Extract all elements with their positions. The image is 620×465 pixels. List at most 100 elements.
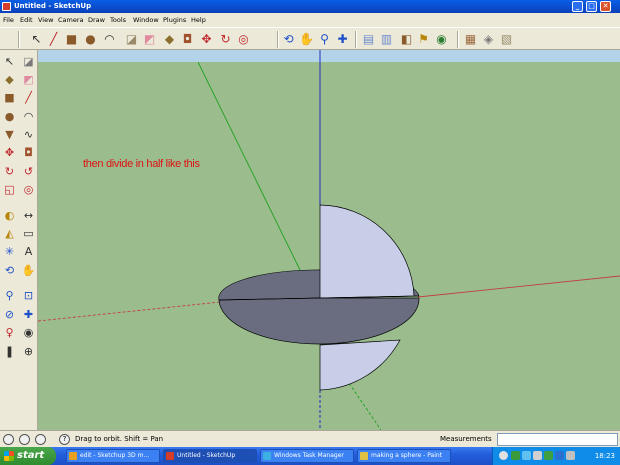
menu-window[interactable]: Window <box>133 16 159 24</box>
window-title: Untitled - SketchUp <box>14 2 92 10</box>
minimize-button[interactable]: _ <box>572 1 583 12</box>
windows-logo-icon <box>4 451 14 461</box>
task-button-sketchup[interactable]: Untitled - SketchUp <box>163 449 257 463</box>
menu-draw[interactable]: Draw <box>88 16 105 24</box>
task-button-paint[interactable]: making a sphere - Paint <box>357 449 451 463</box>
make-component-icon[interactable]: ◪ <box>123 31 140 48</box>
volume-icon[interactable] <box>533 451 542 460</box>
scale-tool-icon[interactable]: ◱ <box>1 181 18 198</box>
make-component-icon[interactable]: ◪ <box>20 53 37 70</box>
tape-measure-icon[interactable]: ◐ <box>1 207 18 224</box>
paint-icon <box>360 452 368 460</box>
task-label: edit - Sketchup 3D m... <box>80 452 150 459</box>
walk-tool-icon[interactable]: ❚ <box>1 343 18 360</box>
zoom-extents-icon[interactable]: ✚ <box>20 306 37 323</box>
paint-bucket-icon[interactable]: ◆ <box>1 71 18 88</box>
push-pull-icon[interactable]: ◘ <box>20 144 37 161</box>
eraser-tool-icon[interactable]: ◩ <box>141 31 158 48</box>
network-icon[interactable] <box>511 451 520 460</box>
measurements-input[interactable] <box>497 433 618 446</box>
offset-tool-icon[interactable]: ◎ <box>20 181 37 198</box>
toggle-terrain-icon[interactable]: ◉ <box>433 31 450 48</box>
get-models-icon[interactable]: ▤ <box>360 31 377 48</box>
menu-help[interactable]: Help <box>191 16 206 24</box>
menu-view[interactable]: View <box>38 16 53 24</box>
push-pull-icon[interactable]: ◘ <box>179 31 196 48</box>
eraser-tool-icon[interactable]: ◩ <box>20 71 37 88</box>
status-bar: ? Drag to orbit. Shift = Pan Measurement… <box>0 430 620 447</box>
help-icon[interactable]: ? <box>59 434 70 445</box>
measurements-label: Measurements <box>440 435 492 443</box>
previous-view-icon[interactable]: ⊘ <box>1 306 18 323</box>
menu-edit[interactable]: Edit <box>20 16 33 24</box>
dimension-tool-icon[interactable]: ↔ <box>20 207 37 224</box>
move-tool-icon[interactable]: ✥ <box>1 144 18 161</box>
paint-bucket-icon[interactable]: ◆ <box>161 31 178 48</box>
arc-tool-icon[interactable]: ◠ <box>20 108 37 125</box>
axes-tool-icon[interactable]: ✳ <box>1 243 18 260</box>
share-model-icon[interactable]: ▥ <box>378 31 395 48</box>
tray-app-icon[interactable] <box>522 451 531 460</box>
user-icon[interactable] <box>35 434 46 445</box>
security-icon[interactable] <box>544 451 553 460</box>
menu-camera[interactable]: Camera <box>58 16 84 24</box>
circle-tool-icon[interactable]: ● <box>1 108 18 125</box>
orbit-tool-icon[interactable]: ⟲ <box>280 31 297 48</box>
half-disc-upper <box>319 204 415 299</box>
get-current-view-icon[interactable]: ▧ <box>498 31 515 48</box>
move-tool-icon[interactable]: ✥ <box>198 31 215 48</box>
pan-tool-icon[interactable]: ✋ <box>298 31 315 48</box>
zoom-extents-icon[interactable]: ✚ <box>334 31 351 48</box>
preview-in-google-earth-icon[interactable]: ◈ <box>480 31 497 48</box>
menu-tools[interactable]: Tools <box>110 16 126 24</box>
pan-tool-icon[interactable]: ✋ <box>20 262 37 279</box>
status-hint: Drag to orbit. Shift = Pan <box>75 435 164 443</box>
orbit-tool-icon[interactable]: ⟲ <box>1 262 18 279</box>
menu-file[interactable]: File <box>3 16 14 24</box>
zoom-tool-icon[interactable]: ⚲ <box>1 287 18 304</box>
task-button-edit[interactable]: edit - Sketchup 3D m... <box>66 449 160 463</box>
add-location-icon[interactable]: ⚑ <box>415 31 432 48</box>
place-model-icon[interactable]: ◧ <box>398 31 415 48</box>
offset-tool-icon[interactable]: ◎ <box>235 31 252 48</box>
title-bar[interactable]: Untitled - SketchUp _ □ ✕ <box>0 0 620 13</box>
sketchup-app-icon <box>166 452 174 460</box>
3d-text-icon[interactable]: A <box>20 243 37 260</box>
follow-me-icon[interactable]: ↺ <box>20 163 37 180</box>
drawing-viewport[interactable]: then divide in half like this <box>38 50 620 430</box>
select-tool-icon[interactable]: ↖ <box>28 31 45 48</box>
start-label: start <box>17 450 45 461</box>
maximize-button[interactable]: □ <box>586 1 597 12</box>
start-button[interactable]: start <box>0 447 56 465</box>
text-tool-icon[interactable]: ▭ <box>20 225 37 242</box>
close-button[interactable]: ✕ <box>600 1 611 12</box>
tray-expand-icon[interactable] <box>499 451 508 460</box>
model-scene <box>38 50 620 430</box>
look-around-icon[interactable]: ◉ <box>20 324 37 341</box>
photo-textures-icon[interactable]: ▦ <box>462 31 479 48</box>
task-manager-icon <box>263 452 271 460</box>
polygon-tool-icon[interactable]: ▼ <box>1 126 18 143</box>
freehand-tool-icon[interactable]: ∿ <box>20 126 37 143</box>
task-label: Untitled - SketchUp <box>177 452 236 459</box>
arc-tool-icon[interactable]: ◠ <box>101 31 118 48</box>
rotate-tool-icon[interactable]: ↻ <box>217 31 234 48</box>
zoom-window-icon[interactable]: ⊡ <box>20 287 37 304</box>
line-tool-icon[interactable]: ╱ <box>20 89 37 106</box>
tray-misc-icon[interactable] <box>566 451 575 460</box>
circle-tool-icon[interactable]: ● <box>82 31 99 48</box>
rectangle-tool-icon[interactable]: ■ <box>63 31 80 48</box>
zoom-tool-icon[interactable]: ⚲ <box>316 31 333 48</box>
protractor-icon[interactable]: ◭ <box>1 225 18 242</box>
geo-location-icon[interactable] <box>3 434 14 445</box>
rotate-tool-icon[interactable]: ↻ <box>1 163 18 180</box>
select-tool-icon[interactable]: ↖ <box>1 53 18 70</box>
task-button-task-manager[interactable]: Windows Task Manager <box>260 449 354 463</box>
position-camera-icon[interactable]: ♀ <box>1 324 18 341</box>
line-tool-icon[interactable]: ╱ <box>45 31 62 48</box>
section-plane-icon[interactable]: ⊕ <box>20 343 37 360</box>
bluetooth-icon[interactable] <box>555 451 564 460</box>
menu-plugins[interactable]: Plugins <box>163 16 186 24</box>
credits-icon[interactable] <box>19 434 30 445</box>
rectangle-tool-icon[interactable]: ■ <box>1 89 18 106</box>
